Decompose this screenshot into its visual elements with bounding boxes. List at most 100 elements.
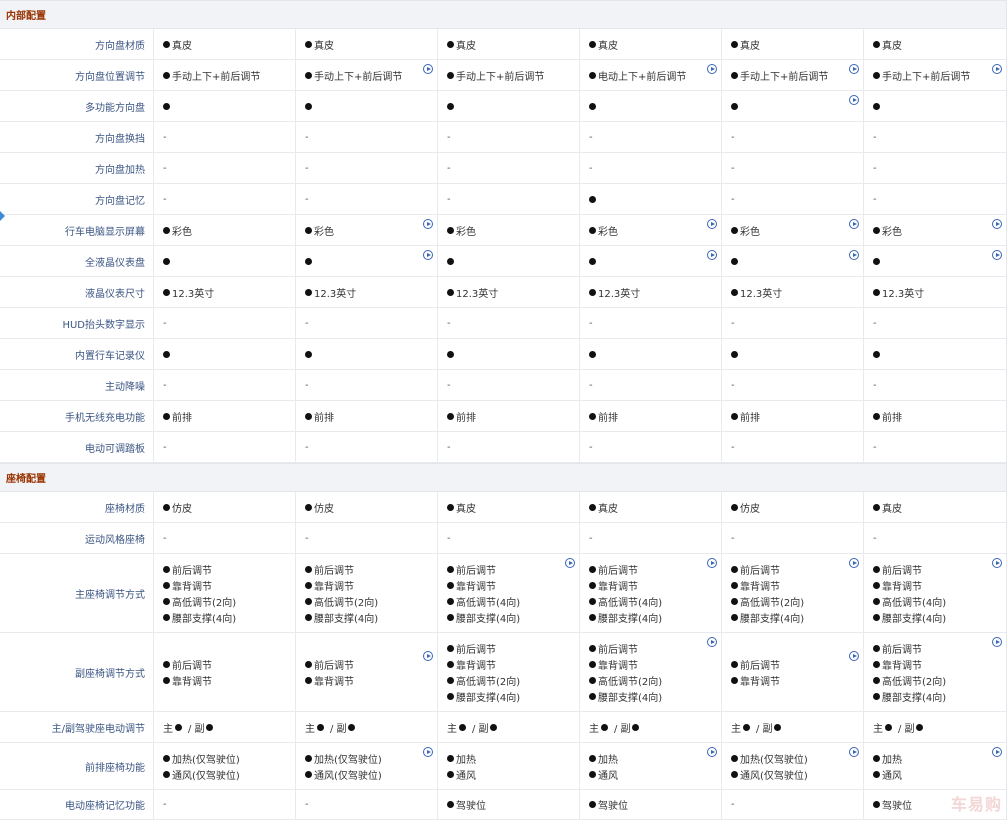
row-label: 行车电脑显示屏幕 — [0, 215, 154, 245]
standard-dot-icon — [163, 102, 170, 110]
spec-cell: - — [296, 308, 438, 338]
section-title: 座椅配置 — [6, 474, 46, 485]
spec-cell: 前后调节 靠背调节 — [296, 633, 438, 711]
spec-cell: - — [580, 370, 722, 400]
play-video-icon[interactable] — [992, 637, 1002, 647]
spec-cell: 彩色 — [580, 215, 722, 245]
standard-dot-icon — [731, 565, 738, 573]
cell-line: 前后调节 — [873, 640, 1006, 656]
side-expand-arrow-icon[interactable] — [0, 211, 5, 221]
cell-value: 靠背调节 — [598, 581, 638, 593]
play-video-icon[interactable] — [992, 64, 1002, 74]
cell-value: 前后调节 — [740, 660, 780, 672]
standard-dot-icon — [601, 723, 608, 731]
spec-cell: - — [438, 184, 580, 214]
driver-label: 主 — [873, 723, 883, 735]
cell-line: 靠背调节 — [873, 656, 1006, 672]
cell-value: 靠背调节 — [172, 676, 212, 688]
play-video-icon[interactable] — [849, 219, 859, 229]
not-available-dash: - — [447, 131, 451, 143]
play-video-icon[interactable] — [992, 558, 1002, 568]
standard-dot-icon — [589, 226, 596, 234]
row-label: 手机无线充电功能 — [0, 401, 154, 431]
spec-cell: - — [154, 370, 296, 400]
play-video-icon[interactable] — [849, 558, 859, 568]
play-video-icon[interactable] — [849, 250, 859, 260]
standard-dot-icon — [447, 770, 454, 778]
cell-value: 靠背调节 — [172, 581, 212, 593]
not-available-dash: - — [589, 162, 593, 174]
spec-cell — [438, 91, 580, 121]
spec-cell: - — [580, 308, 722, 338]
spec-cell: - — [296, 523, 438, 553]
spec-cell — [580, 246, 722, 276]
standard-dot-icon — [873, 412, 880, 420]
standard-dot-icon — [731, 288, 738, 296]
standard-dot-icon — [447, 660, 454, 668]
cell-line: 主 / 副 — [163, 719, 295, 735]
spec-row: 主/副驾驶座电动调节主 / 副主 / 副主 / 副主 / 副主 / 副主 / 副 — [0, 712, 1006, 743]
play-video-icon[interactable] — [707, 219, 717, 229]
cell-value: 12.3英寸 — [740, 288, 783, 300]
passenger-label: / 副 — [614, 723, 631, 735]
play-video-icon[interactable] — [423, 250, 433, 260]
standard-dot-icon — [447, 257, 454, 265]
cell-line — [731, 253, 863, 269]
cell-value: 手动上下+前后调节 — [456, 71, 545, 83]
spec-row: 方向盘加热 - - - - - - — [0, 153, 1006, 184]
play-video-icon[interactable] — [423, 747, 433, 757]
cell-value: 手动上下+前后调节 — [882, 71, 971, 83]
play-video-icon[interactable] — [423, 64, 433, 74]
standard-dot-icon — [873, 257, 880, 265]
standard-dot-icon — [743, 723, 750, 731]
play-video-icon[interactable] — [992, 250, 1002, 260]
standard-dot-icon — [873, 660, 880, 668]
spec-cell: - — [438, 523, 580, 553]
spec-cell: 电动上下+前后调节 — [580, 60, 722, 90]
spec-cell: - — [722, 184, 864, 214]
not-available-dash: - — [731, 799, 735, 810]
play-video-icon[interactable] — [423, 651, 433, 661]
play-video-icon[interactable] — [707, 64, 717, 74]
cell-value: 通风 — [456, 770, 476, 782]
spec-cell: - — [722, 122, 864, 152]
play-video-icon[interactable] — [849, 651, 859, 661]
not-available-dash: - — [447, 532, 451, 544]
not-available-dash: - — [163, 162, 167, 174]
standard-dot-icon — [447, 644, 454, 652]
cell-value: 前后调节 — [172, 660, 212, 672]
play-video-icon[interactable] — [423, 219, 433, 229]
play-video-icon[interactable] — [849, 747, 859, 757]
row-label: 主/副驾驶座电动调节 — [0, 712, 154, 742]
row-label: 电动可调踏板 — [0, 432, 154, 462]
play-video-icon[interactable] — [707, 747, 717, 757]
cell-value: 前后调节 — [598, 565, 638, 577]
standard-dot-icon — [305, 613, 312, 621]
spec-cell: 加热(仅驾驶位) 通风(仅驾驶位) — [296, 743, 438, 789]
row-label: 主动降噪 — [0, 370, 154, 400]
row-label: 内置行车记录仪 — [0, 339, 154, 369]
standard-dot-icon — [873, 350, 880, 358]
standard-dot-icon — [873, 40, 880, 48]
standard-dot-icon — [589, 613, 596, 621]
cell-line: 加热 — [873, 750, 1006, 766]
cell-line — [447, 346, 579, 362]
play-video-icon[interactable] — [849, 95, 859, 105]
play-video-icon[interactable] — [565, 558, 575, 568]
play-video-icon[interactable] — [992, 219, 1002, 229]
cell-value: 靠背调节 — [314, 581, 354, 593]
play-video-icon[interactable] — [707, 558, 717, 568]
spec-cell: 主 / 副 — [296, 712, 438, 742]
cell-value: 靠背调节 — [882, 660, 922, 672]
spec-cell: 真皮 — [580, 492, 722, 522]
play-video-icon[interactable] — [707, 250, 717, 260]
play-video-icon[interactable] — [707, 637, 717, 647]
spec-cell: 手动上下+前后调节 — [438, 60, 580, 90]
play-video-icon[interactable] — [849, 64, 859, 74]
spec-cell: 真皮 — [438, 492, 580, 522]
standard-dot-icon — [305, 40, 312, 48]
not-available-dash: - — [589, 131, 593, 143]
play-video-icon[interactable] — [992, 747, 1002, 757]
cell-value: 前排 — [314, 412, 334, 424]
spec-cell: 主 / 副 — [864, 712, 1006, 742]
